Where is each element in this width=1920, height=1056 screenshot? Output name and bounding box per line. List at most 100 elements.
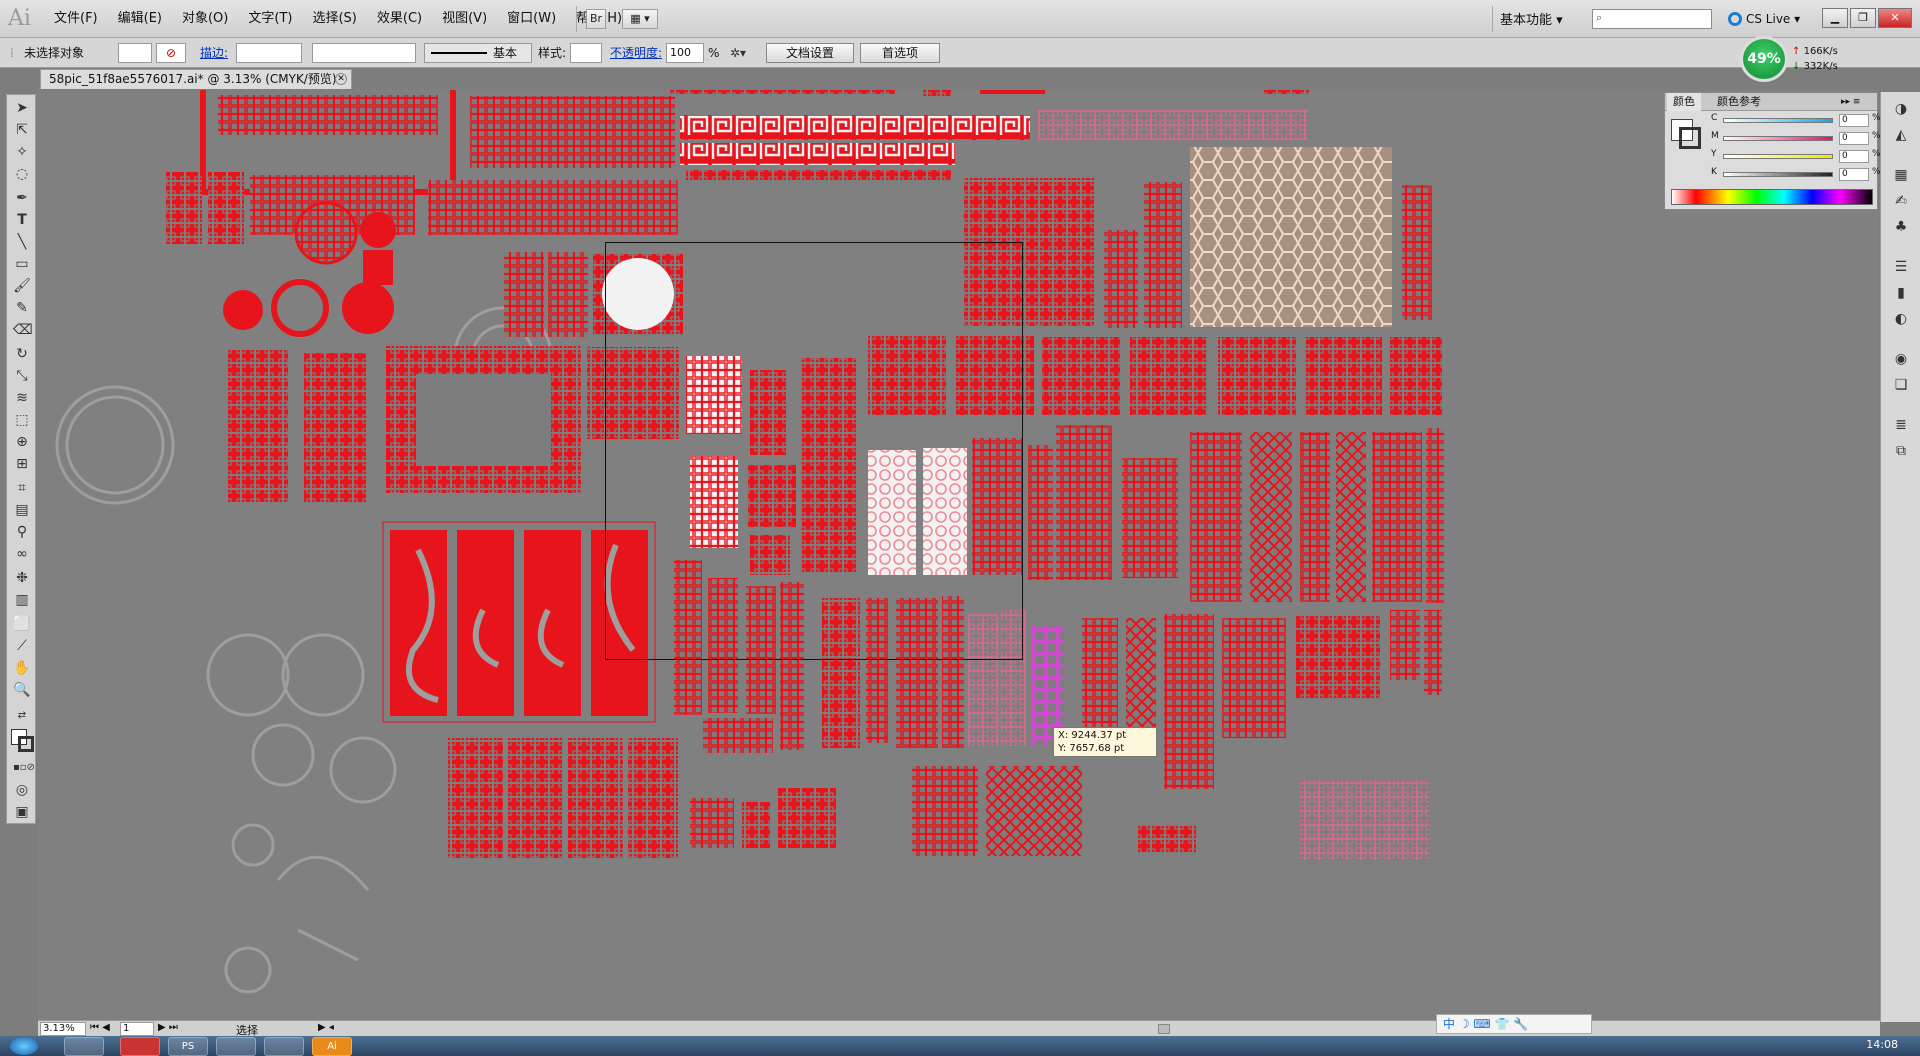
magenta-value[interactable]: 0 <box>1839 132 1869 145</box>
close-button[interactable]: ✕ <box>1878 8 1912 28</box>
stroke-icon[interactable]: ☰ <box>1890 256 1912 278</box>
type-tool-icon[interactable]: T <box>13 211 31 229</box>
status-menu-icon[interactable]: ▶ ◂ <box>318 1022 334 1033</box>
artboard-number-select[interactable]: 1 <box>120 1022 154 1036</box>
eraser-tool-icon[interactable]: ⌫ <box>13 321 33 339</box>
start-button[interactable] <box>10 1037 38 1055</box>
fill-swatch[interactable] <box>118 43 152 63</box>
color-guide-icon[interactable]: ◭ <box>1890 124 1912 146</box>
brush-definition-select[interactable]: 基本 <box>424 43 532 63</box>
zoom-tool-icon[interactable]: 🔍 <box>13 681 31 699</box>
rotate-tool-icon[interactable]: ↻ <box>13 345 31 363</box>
tab-color-guide[interactable]: 颜色参考 <box>1711 93 1767 111</box>
color-panel-icon[interactable]: ◑ <box>1890 98 1912 120</box>
hand-tool-icon[interactable]: ✋ <box>13 659 31 677</box>
cs-live-button[interactable]: CS Live ▾ <box>1728 9 1800 29</box>
stroke-swatch[interactable]: ⊘ <box>156 43 186 63</box>
column-graph-icon[interactable]: ▥ <box>13 591 31 609</box>
horizontal-scroll-thumb[interactable] <box>1158 1024 1170 1034</box>
symbol-sprayer-icon[interactable]: ❉ <box>13 569 31 587</box>
menu-view[interactable]: 视图(V) <box>432 0 497 38</box>
document-setup-button[interactable]: 文档设置 <box>766 43 854 63</box>
page-nav-last-icon[interactable]: ▶ ⏭ <box>158 1022 178 1033</box>
ime-toolbar[interactable]: 中 ☽ ⌨ 👕 🔧 <box>1436 1014 1592 1034</box>
stroke-preview[interactable] <box>1679 127 1701 149</box>
rectangle-tool-icon[interactable]: ▭ <box>13 255 31 273</box>
zoom-select[interactable]: 3.13% <box>40 1022 86 1036</box>
canvas-area[interactable]: X: 9244.37 pt Y: 7657.68 pt <box>38 90 1878 1020</box>
bridge-button[interactable]: Br <box>586 9 606 29</box>
preferences-button[interactable]: 首选项 <box>860 43 940 63</box>
menu-edit[interactable]: 编辑(E) <box>108 0 172 38</box>
selection-tool-icon[interactable]: ➤ <box>13 99 31 117</box>
blend-tool-icon[interactable]: ∞ <box>13 545 31 563</box>
paintbrush-tool-icon[interactable]: 🖌 <box>13 277 31 295</box>
taskbar-photoshop[interactable]: PS <box>168 1037 208 1056</box>
stroke-color-icon[interactable] <box>18 736 34 752</box>
symbols-icon[interactable]: ♣ <box>1890 216 1912 238</box>
stroke-label[interactable]: 描边: <box>200 43 228 63</box>
yellow-value[interactable]: 0 <box>1839 150 1869 163</box>
color-mode-icons[interactable]: ▪▫⊘ <box>13 759 35 777</box>
gradient-icon[interactable]: ▮ <box>1890 282 1912 304</box>
taskbar-app-1[interactable] <box>64 1037 104 1056</box>
brushes-icon[interactable]: ✍ <box>1890 190 1912 212</box>
menu-window[interactable]: 窗口(W) <box>497 0 566 38</box>
scale-tool-icon[interactable]: ⤡ <box>13 367 31 385</box>
color-spectrum-bar[interactable] <box>1671 189 1873 205</box>
screen-mode-icon[interactable]: ▣ <box>13 803 31 821</box>
artboard-tool-icon[interactable]: ⬜ <box>13 615 31 633</box>
direct-selection-tool-icon[interactable]: ⇱ <box>13 121 31 139</box>
appearance-icon[interactable]: ◉ <box>1890 348 1912 370</box>
magic-wand-icon[interactable]: ✧ <box>13 143 31 161</box>
opacity-input[interactable]: 100 <box>666 43 704 63</box>
opacity-label[interactable]: 不透明度: <box>610 43 662 63</box>
magenta-slider[interactable] <box>1723 136 1833 141</box>
black-value[interactable]: 0 <box>1839 168 1869 181</box>
gradient-tool-icon[interactable]: ▤ <box>13 501 31 519</box>
close-tab-icon[interactable]: ✕ <box>335 73 347 85</box>
warp-tool-icon[interactable]: ≋ <box>13 389 31 407</box>
minimize-button[interactable]: ▁ <box>1822 8 1848 28</box>
tab-color[interactable]: 颜色 <box>1667 93 1701 111</box>
cyan-value[interactable]: 0 <box>1839 114 1869 127</box>
taskbar-app-2[interactable] <box>120 1037 160 1056</box>
workspace-switcher[interactable]: 基本功能 ▾ <box>1500 9 1563 28</box>
mesh-tool-icon[interactable]: ⌗ <box>13 479 31 497</box>
free-transform-icon[interactable]: ⬚ <box>13 411 31 429</box>
artboards-icon[interactable]: ⧉ <box>1890 440 1912 462</box>
layers-icon[interactable]: ≣ <box>1890 414 1912 436</box>
pen-tool-icon[interactable]: ✒ <box>13 189 31 207</box>
arrange-documents-button[interactable]: ▦ ▾ <box>622 9 658 29</box>
maximize-button[interactable]: ❐ <box>1850 8 1876 28</box>
variable-width-profile[interactable] <box>312 43 416 63</box>
swatches-icon[interactable]: ▦ <box>1890 164 1912 186</box>
document-tab[interactable]: 58pic_51f8ae5576017.ai* @ 3.13% (CMYK/预览… <box>40 69 352 89</box>
menu-effect[interactable]: 效果(C) <box>367 0 432 38</box>
yellow-slider[interactable] <box>1723 154 1833 159</box>
shape-builder-icon[interactable]: ⊕ <box>13 433 31 451</box>
drawing-mode-icon[interactable]: ◎ <box>13 781 31 799</box>
graphic-styles-icon[interactable]: ❏ <box>1890 374 1912 396</box>
black-slider[interactable] <box>1723 172 1833 177</box>
line-tool-icon[interactable]: ╲ <box>13 233 31 251</box>
menu-type[interactable]: 文字(T) <box>238 0 302 38</box>
page-nav-first-icon[interactable]: ⏮ ◀ <box>90 1022 110 1033</box>
lasso-tool-icon[interactable]: ◌ <box>13 165 31 183</box>
menu-object[interactable]: 对象(O) <box>172 0 238 38</box>
pencil-tool-icon[interactable]: ✎ <box>13 299 31 317</box>
taskbar-app-5[interactable] <box>264 1037 304 1056</box>
graphic-style-select[interactable] <box>570 43 602 63</box>
stroke-weight-field[interactable] <box>236 43 302 63</box>
taskbar-illustrator[interactable]: Ai <box>312 1037 352 1056</box>
panel-menu-icon[interactable]: ▸▸ ≡ <box>1835 93 1866 111</box>
slice-tool-icon[interactable]: ⟋ <box>13 637 31 655</box>
taskbar-app-4[interactable] <box>216 1037 256 1056</box>
cyan-slider[interactable] <box>1723 118 1833 123</box>
menu-file[interactable]: 文件(F) <box>44 0 108 38</box>
help-search-input[interactable]: ⌕ <box>1592 9 1712 29</box>
recolor-icon[interactable]: ✲▾ <box>730 43 746 63</box>
menu-select[interactable]: 选择(S) <box>302 0 366 38</box>
perspective-grid-icon[interactable]: ⊞ <box>13 455 31 473</box>
transparency-icon[interactable]: ◐ <box>1890 308 1912 330</box>
